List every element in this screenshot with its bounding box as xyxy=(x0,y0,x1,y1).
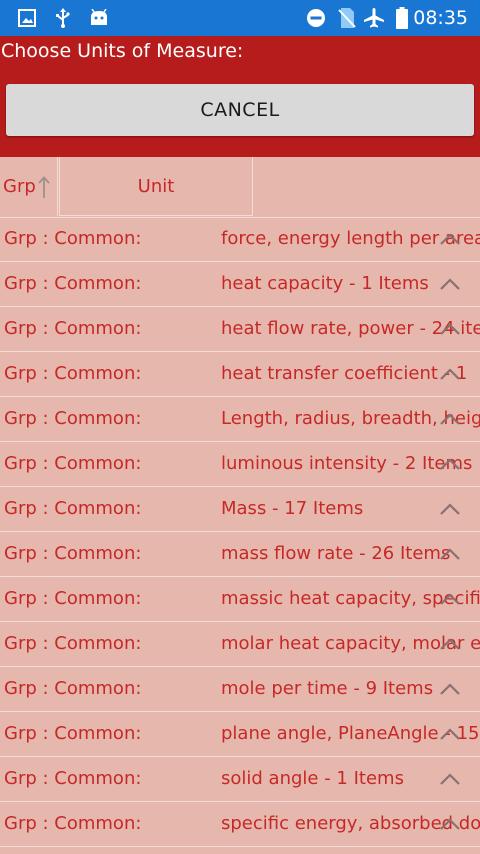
table-row[interactable]: Grp : Common: molar heat capacity, molar … xyxy=(0,622,480,667)
cell-group: Grp : Common: xyxy=(4,633,142,654)
cell-group: Grp : Common: xyxy=(4,273,142,294)
cell-group: Grp : Common: xyxy=(4,543,142,564)
cell-group: Grp : Common: xyxy=(4,453,142,474)
cell-group: Grp : Common: xyxy=(4,363,142,384)
table-row[interactable]: Grp : Common: heat flow rate, power - 24 … xyxy=(0,307,480,352)
table-row[interactable]: Grp : Common: heat transfer coefficient -… xyxy=(0,352,480,397)
status-bar: 08:35 xyxy=(0,0,480,36)
chevron-up-icon[interactable] xyxy=(438,577,462,621)
chevron-up-icon[interactable] xyxy=(438,262,462,306)
sort-ascending-icon xyxy=(37,175,51,199)
column-header-grp-label: Grp xyxy=(3,176,36,197)
table-row[interactable]: Grp : Common: specific energy, absorbed d… xyxy=(0,802,480,847)
cell-group: Grp : Common: xyxy=(4,408,142,429)
airplane-icon xyxy=(362,0,386,36)
cancel-button[interactable]: CANCEL xyxy=(6,84,474,136)
cell-group: Grp : Common: xyxy=(4,318,142,339)
gallery-icon xyxy=(17,0,37,36)
status-time: 08:35 xyxy=(413,7,468,29)
column-header-unit[interactable]: Unit xyxy=(59,157,253,216)
cell-group: Grp : Common: xyxy=(4,723,142,744)
chevron-up-icon[interactable] xyxy=(438,622,462,666)
table-body: Grp : Common: force, energy length per ar… xyxy=(0,217,480,847)
column-header-grp[interactable]: Grp xyxy=(0,157,58,216)
table-header: Grp Unit xyxy=(0,157,480,218)
chevron-up-icon[interactable] xyxy=(438,352,462,396)
table-row[interactable]: Grp : Common: massic heat capacity, speci… xyxy=(0,577,480,622)
chevron-up-icon[interactable] xyxy=(438,307,462,351)
dialog-title: Choose Units of Measure: xyxy=(1,40,244,62)
table-row[interactable]: Grp : Common: heat capacity - 1 Items xyxy=(0,262,480,307)
units-table: Grp Unit Grp : Common: force, energy leng… xyxy=(0,157,480,854)
chevron-up-icon[interactable] xyxy=(438,667,462,711)
table-row[interactable]: Grp : Common: plane angle, PlaneAngle - 1… xyxy=(0,712,480,757)
cell-group: Grp : Common: xyxy=(4,768,142,789)
android-icon xyxy=(88,0,110,36)
do-not-disturb-icon xyxy=(305,0,327,36)
cell-group: Grp : Common: xyxy=(4,498,142,519)
table-row[interactable]: Grp : Common: luminous intensity - 2 Item… xyxy=(0,442,480,487)
cell-group: Grp : Common: xyxy=(4,813,142,834)
cell-group: Grp : Common: xyxy=(4,588,142,609)
chevron-up-icon[interactable] xyxy=(438,487,462,531)
cell-group: Grp : Common: xyxy=(4,228,142,249)
chevron-up-icon[interactable] xyxy=(438,757,462,801)
table-row[interactable]: Grp : Common: force, energy length per ar… xyxy=(0,217,480,262)
chevron-up-icon[interactable] xyxy=(438,712,462,756)
chevron-up-icon[interactable] xyxy=(438,217,462,261)
table-row[interactable]: Grp : Common: mole per time - 9 Items xyxy=(0,667,480,712)
chevron-up-icon[interactable] xyxy=(438,802,462,846)
usb-icon xyxy=(53,0,73,36)
cell-group: Grp : Common: xyxy=(4,678,142,699)
table-row[interactable]: Grp : Common: Length, radius, breadth, he… xyxy=(0,397,480,442)
table-row[interactable]: Grp : Common: Mass - 17 Items xyxy=(0,487,480,532)
table-row[interactable]: Grp : Common: mass flow rate - 26 Items xyxy=(0,532,480,577)
chevron-up-icon[interactable] xyxy=(438,532,462,576)
chevron-up-icon[interactable] xyxy=(438,442,462,486)
battery-icon xyxy=(395,0,409,36)
table-row[interactable]: Grp : Common: solid angle - 1 Items xyxy=(0,757,480,802)
chevron-up-icon[interactable] xyxy=(438,397,462,441)
no-sim-icon xyxy=(336,0,358,36)
